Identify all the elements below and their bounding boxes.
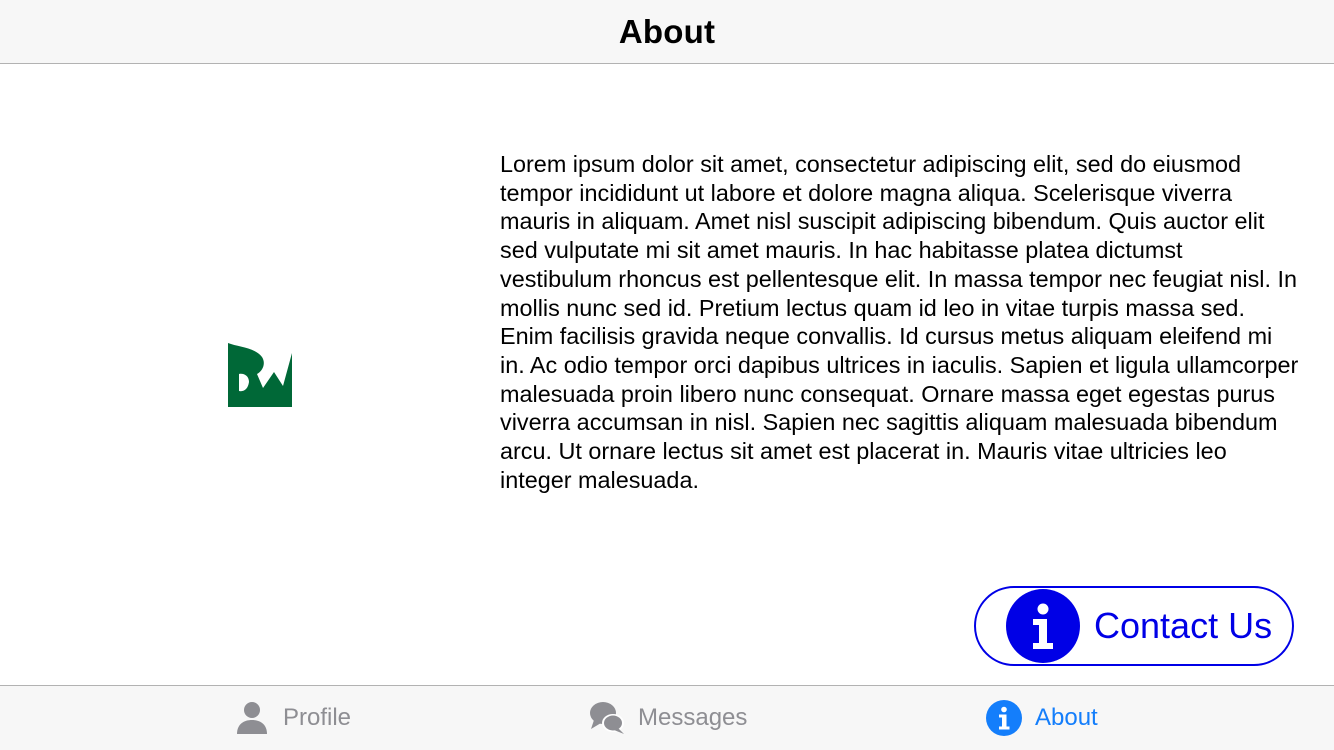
info-icon <box>986 700 1022 736</box>
tab-about-label: About <box>1035 704 1098 731</box>
raywenderlich-logo-icon <box>228 343 292 407</box>
navigation-bar: About <box>0 0 1334 64</box>
tab-messages[interactable]: Messages <box>588 686 747 750</box>
tab-messages-label: Messages <box>638 704 748 731</box>
chat-bubbles-icon <box>590 702 624 734</box>
about-content: Lorem ipsum dolor sit amet, consectetur … <box>0 64 1334 685</box>
tab-profile[interactable]: Profile <box>233 686 351 750</box>
tab-profile-label: Profile <box>283 704 352 731</box>
tab-bar: Profile Messages About <box>0 685 1334 750</box>
contact-us-label: Contact Us <box>1094 605 1273 646</box>
about-description: Lorem ipsum dolor sit amet, consectetur … <box>500 151 1299 493</box>
tab-about[interactable]: About <box>985 686 1098 750</box>
page-title: About <box>618 12 716 50</box>
person-icon <box>237 702 267 734</box>
info-icon <box>1006 589 1080 663</box>
contact-us-button[interactable]: Contact Us <box>974 586 1294 666</box>
